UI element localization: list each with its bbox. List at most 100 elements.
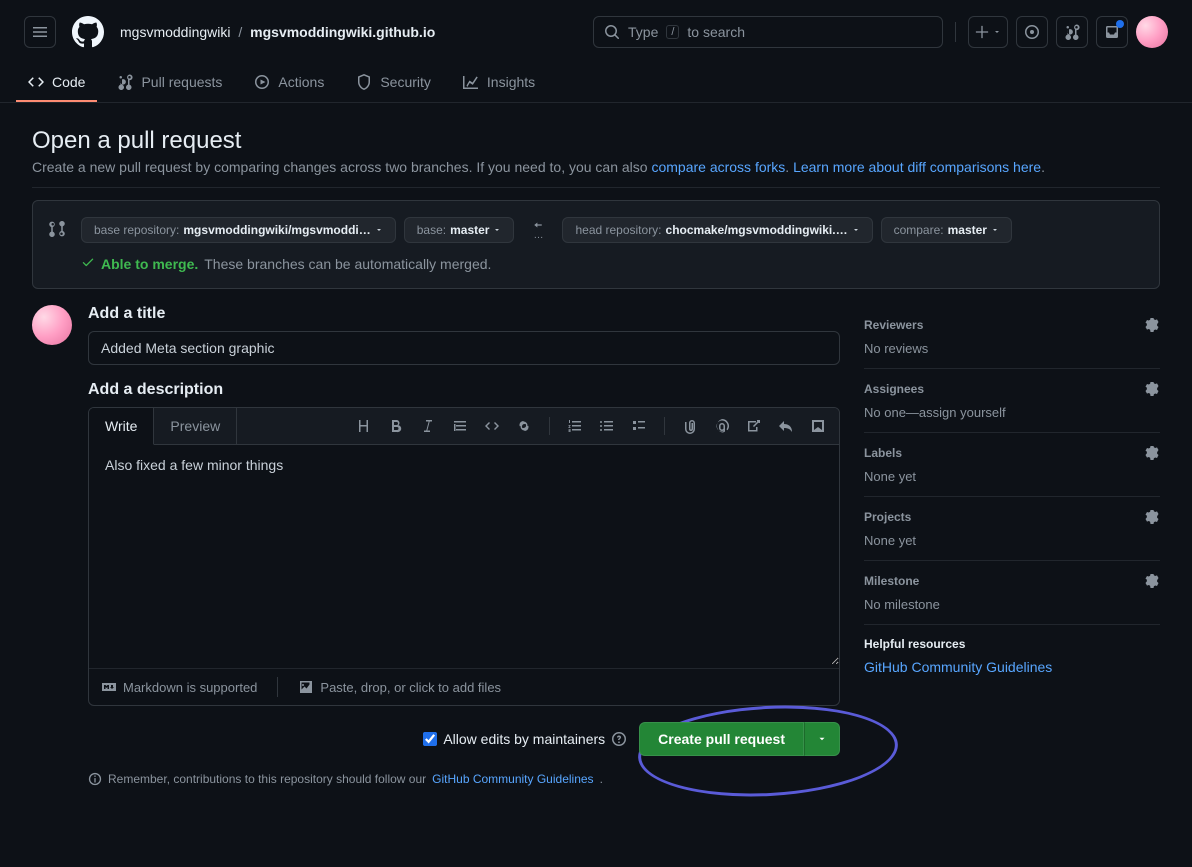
hamburger-button[interactable] xyxy=(24,16,56,48)
attach-note[interactable]: Paste, drop, or click to add files xyxy=(298,679,501,695)
allow-edits-checkbox[interactable]: Allow edits by maintainers xyxy=(423,731,627,747)
labels-title: Labels xyxy=(864,446,902,460)
divider xyxy=(277,677,278,697)
reviewers-body: No reviews xyxy=(864,341,1160,356)
compare-row: base repository: mgsvmoddingwiki/mgsvmod… xyxy=(49,217,1143,243)
compare-forks-link[interactable]: compare across forks xyxy=(651,159,785,175)
create-pr-button[interactable]: Create pull request xyxy=(639,722,804,756)
search-icon xyxy=(604,24,620,40)
allow-edits-label: Allow edits by maintainers xyxy=(443,731,605,747)
learn-more-link[interactable]: Learn more about diff comparisons here xyxy=(793,159,1041,175)
labels-head[interactable]: Labels xyxy=(864,445,1160,461)
page-title: Open a pull request xyxy=(32,127,1160,155)
github-logo[interactable] xyxy=(72,16,104,48)
milestone-head[interactable]: Milestone xyxy=(864,573,1160,589)
assignees-title: Assignees xyxy=(864,382,924,396)
base-branch-select[interactable]: base: master xyxy=(404,217,515,243)
helpful-link[interactable]: GitHub Community Guidelines xyxy=(864,659,1052,675)
bold-button[interactable] xyxy=(383,412,409,440)
subtitle-end: . xyxy=(1041,159,1045,175)
notification-dot xyxy=(1116,20,1124,28)
projects-body: None yet xyxy=(864,533,1160,548)
page-subtitle: Create a new pull request by comparing c… xyxy=(32,159,1160,188)
issue-icon xyxy=(1024,24,1040,40)
search-hint-pre: Type xyxy=(628,24,658,40)
head-repo-select[interactable]: head repository: chocmake/mgsvmoddingwik… xyxy=(562,217,872,243)
assign-yourself-link[interactable]: assign yourself xyxy=(919,405,1006,420)
breadcrumb-repo[interactable]: mgsvmoddingwiki.github.io xyxy=(250,24,435,40)
arrow-left-icon: … xyxy=(530,220,546,241)
allow-edits-input[interactable] xyxy=(423,732,437,746)
avatar[interactable] xyxy=(1136,16,1168,48)
tab-security-label: Security xyxy=(380,74,431,90)
play-icon xyxy=(254,74,270,90)
tab-actions-label: Actions xyxy=(278,74,324,90)
help-icon[interactable] xyxy=(611,731,627,747)
markdown-note-text: Markdown is supported xyxy=(123,680,257,695)
task-list-button[interactable] xyxy=(626,412,652,440)
git-pull-request-icon xyxy=(117,74,133,90)
user-avatar[interactable] xyxy=(32,305,72,345)
attach-note-text: Paste, drop, or click to add files xyxy=(320,680,501,695)
compare-branch-label: compare: xyxy=(894,223,944,237)
tab-pulls[interactable]: Pull requests xyxy=(105,64,234,102)
projects-head[interactable]: Projects xyxy=(864,509,1160,525)
base-repo-select[interactable]: base repository: mgsvmoddingwiki/mgsvmod… xyxy=(81,217,396,243)
sidebar: Reviewers No reviews Assignees No one—as… xyxy=(864,305,1160,786)
reviewers-head[interactable]: Reviewers xyxy=(864,317,1160,333)
inbox-button[interactable] xyxy=(1096,16,1128,48)
able-to-merge: Able to merge. xyxy=(101,256,198,272)
ordered-list-button[interactable] xyxy=(562,412,588,440)
contrib-link[interactable]: GitHub Community Guidelines xyxy=(432,772,593,786)
heading-button[interactable] xyxy=(351,412,377,440)
base-branch-label: base: xyxy=(417,223,446,237)
head-repo-label: head repository: xyxy=(575,223,661,237)
contrib-end: . xyxy=(600,772,603,786)
link-button[interactable] xyxy=(511,412,537,440)
create-new-button[interactable] xyxy=(968,16,1008,48)
compare-branch-select[interactable]: compare: master xyxy=(881,217,1012,243)
issues-button[interactable] xyxy=(1016,16,1048,48)
title-label: Add a title xyxy=(88,305,840,323)
cross-reference-button[interactable] xyxy=(741,412,767,440)
desc-label: Add a description xyxy=(88,381,840,399)
mention-button[interactable] xyxy=(709,412,735,440)
gear-icon xyxy=(1144,509,1160,525)
submit-row: Allow edits by maintainers Create pull r… xyxy=(88,722,840,756)
base-branch-value: master xyxy=(450,223,489,237)
title-input[interactable] xyxy=(88,331,840,365)
base-repo-label: base repository: xyxy=(94,223,179,237)
markdown-note[interactable]: Markdown is supported xyxy=(101,679,257,695)
tab-actions[interactable]: Actions xyxy=(242,64,336,102)
projects-block: Projects None yet xyxy=(864,497,1160,561)
reviewers-title: Reviewers xyxy=(864,318,923,332)
assignees-head[interactable]: Assignees xyxy=(864,381,1160,397)
tab-code[interactable]: Code xyxy=(16,64,97,102)
saved-replies-button[interactable] xyxy=(805,412,831,440)
italic-button[interactable] xyxy=(415,412,441,440)
caret-down-icon xyxy=(493,226,501,234)
create-pr-dropdown[interactable] xyxy=(804,722,840,756)
breadcrumb-owner[interactable]: mgsvmoddingwiki xyxy=(120,24,230,40)
unordered-list-button[interactable] xyxy=(594,412,620,440)
tab-security[interactable]: Security xyxy=(344,64,443,102)
form-column: Add a title Add a description Write Prev… xyxy=(88,305,840,786)
search-input[interactable]: Type / to search xyxy=(593,16,943,48)
reply-button[interactable] xyxy=(773,412,799,440)
plus-icon xyxy=(975,25,989,39)
tab-preview[interactable]: Preview xyxy=(154,408,237,444)
pulls-button[interactable] xyxy=(1056,16,1088,48)
tab-insights[interactable]: Insights xyxy=(451,64,547,102)
caret-down-icon xyxy=(993,28,1001,36)
merge-status: Able to merge. These branches can be aut… xyxy=(81,255,1143,272)
code-button[interactable] xyxy=(479,412,505,440)
quote-button[interactable] xyxy=(447,412,473,440)
description-textarea[interactable] xyxy=(89,445,839,665)
compare-box: base repository: mgsvmoddingwiki/mgsvmod… xyxy=(32,200,1160,289)
caret-down-icon xyxy=(375,226,383,234)
attach-button[interactable] xyxy=(677,412,703,440)
caret-down-icon xyxy=(991,226,999,234)
tab-write[interactable]: Write xyxy=(89,408,154,445)
tab-pulls-label: Pull requests xyxy=(141,74,222,90)
desc-footer: Markdown is supported Paste, drop, or cl… xyxy=(89,668,839,705)
